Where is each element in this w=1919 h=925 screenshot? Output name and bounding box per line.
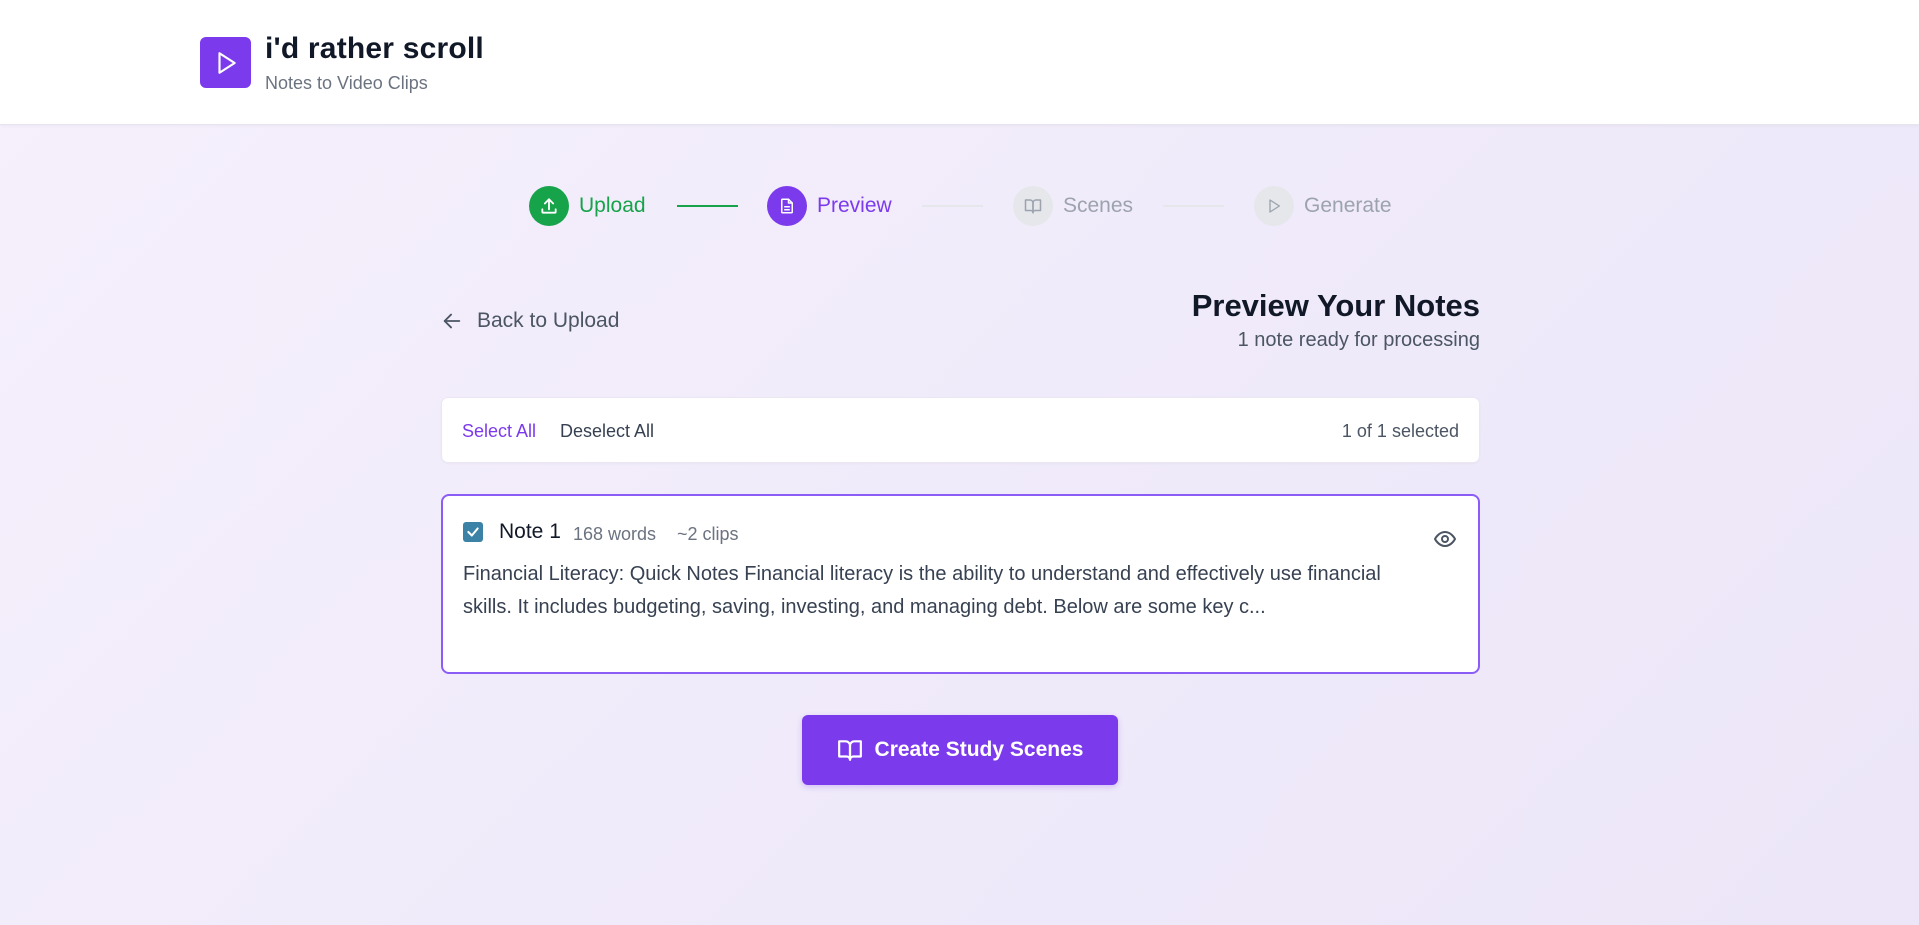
eye-icon [1434, 531, 1456, 547]
app-header: i'd rather scroll Notes to Video Clips [0, 0, 1919, 125]
page-subtitle: 1 note ready for processing [1237, 329, 1480, 351]
note-card[interactable]: Note 1 168 words ~2 clips Financial Lite… [441, 494, 1480, 674]
note-word-count: 168 words [573, 524, 657, 544]
arrow-left-icon [443, 313, 461, 329]
note-clip-estimate: ~2 clips [677, 524, 739, 544]
upload-icon [541, 198, 557, 214]
step-connector [677, 205, 738, 207]
book-icon [1024, 199, 1042, 214]
step-upload-circle [529, 186, 569, 226]
step-generate-circle [1254, 186, 1294, 226]
step-preview-label: Preview [817, 194, 892, 217]
selection-bar: Select All Deselect All 1 of 1 selected [441, 397, 1480, 463]
play-icon [217, 51, 236, 74]
selected-count: 1 of 1 selected [1341, 421, 1459, 441]
back-to-upload-link[interactable]: Back to Upload [441, 306, 619, 336]
select-all-button[interactable]: Select All [462, 421, 536, 442]
step-upload: Upload [529, 186, 646, 226]
step-scenes-circle [1013, 186, 1053, 226]
app-logo [200, 37, 251, 88]
app-title: i'd rather scroll [265, 32, 484, 65]
document-icon [781, 198, 793, 214]
step-scenes: Scenes [1013, 186, 1133, 226]
step-connector [1163, 205, 1224, 207]
deselect-all-button[interactable]: Deselect All [560, 421, 654, 442]
step-preview-circle [767, 186, 807, 226]
book-icon [837, 740, 862, 761]
note-title: Note 1 [499, 520, 561, 543]
check-icon [467, 527, 479, 537]
step-generate-label: Generate [1304, 194, 1392, 217]
create-study-scenes-button[interactable]: Create Study Scenes [802, 715, 1118, 785]
note-checkbox[interactable] [463, 522, 483, 542]
app-subtitle: Notes to Video Clips [265, 73, 428, 93]
create-study-scenes-label: Create Study Scenes [874, 738, 1084, 761]
step-upload-label: Upload [579, 194, 646, 217]
back-to-upload-label: Back to Upload [477, 309, 620, 332]
step-preview: Preview [767, 186, 892, 226]
step-connector [922, 205, 983, 207]
step-scenes-label: Scenes [1063, 194, 1134, 217]
note-preview-text: Financial Literacy: Quick Notes Financia… [463, 563, 1381, 618]
page-title: Preview Your Notes [1191, 288, 1480, 323]
preview-note-button[interactable] [1430, 524, 1460, 554]
play-icon [1269, 199, 1280, 213]
step-generate: Generate [1254, 186, 1392, 226]
